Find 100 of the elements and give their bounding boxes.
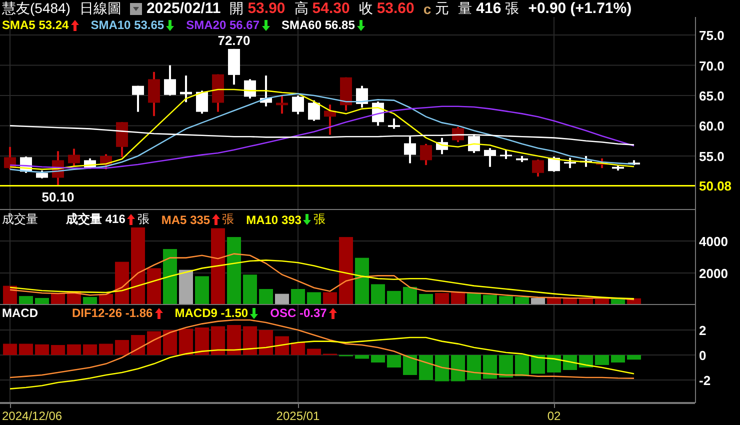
candlestick <box>324 104 336 135</box>
candlestick <box>228 48 240 85</box>
date-axis-label: 2025/01 <box>276 409 320 423</box>
reference-line-label: 50.08 <box>699 178 732 194</box>
candlestick <box>100 154 112 170</box>
chart-bar <box>435 355 449 382</box>
legend-label: 成交量 416 <box>66 211 126 228</box>
axis-label: 2000 <box>699 266 728 282</box>
legend-label: SMA5 53.24 <box>2 18 69 32</box>
unit-label: 張 <box>313 211 326 228</box>
candlestick <box>36 170 48 178</box>
chart-bar <box>243 326 257 355</box>
chart-bar <box>323 292 337 305</box>
chart-bar <box>163 249 177 305</box>
candlestick <box>404 136 416 164</box>
chart-bar <box>99 344 113 355</box>
chart-bar <box>147 331 161 355</box>
unit-label: 張 <box>222 211 234 228</box>
legend-label: DIF12-26 -1.86 <box>72 306 153 320</box>
dropdown-icon[interactable] <box>130 2 142 14</box>
chart-bar <box>483 355 497 379</box>
chart-bar <box>499 355 513 378</box>
candlestick <box>356 86 368 108</box>
candlestick <box>436 138 448 154</box>
candlestick <box>164 65 176 96</box>
chart-bar <box>227 237 241 305</box>
panel-title: 成交量 <box>2 211 38 228</box>
chart-bar <box>563 355 577 370</box>
chart-bar <box>355 355 369 359</box>
axis-label: 0 <box>699 348 706 363</box>
legend-label: MA10 393 <box>246 212 302 226</box>
candlestick <box>68 148 80 166</box>
candlestick <box>292 96 304 114</box>
field-label: 量 <box>458 0 472 18</box>
candlestick <box>420 144 432 166</box>
chart-bar <box>387 355 401 368</box>
candlestick <box>196 90 208 114</box>
legend-label: MA5 335 <box>161 212 210 226</box>
candlestick <box>484 148 496 167</box>
chart-bar <box>179 328 193 355</box>
unit-label: 張 <box>137 211 150 228</box>
chart-bar <box>35 344 49 355</box>
chart-bar <box>451 355 465 382</box>
chart-bar <box>419 355 433 380</box>
chart-bar <box>275 336 289 355</box>
candlestick <box>244 79 256 99</box>
volume-value: 416 <box>476 0 502 17</box>
axis-label: 55.0 <box>699 149 724 164</box>
candlestick <box>564 158 576 168</box>
field-label: 高 <box>294 0 308 18</box>
chart-bar <box>19 344 33 355</box>
change-value: +0.90 (+1.71%) <box>528 0 632 17</box>
currency-label: 元 <box>435 0 450 18</box>
chart-bar <box>419 294 433 305</box>
price-value: 54.30 <box>312 0 350 17</box>
chart-bar <box>275 294 289 305</box>
candlestick <box>84 158 96 169</box>
chart-bar <box>371 284 385 305</box>
candlestick <box>212 74 224 112</box>
date-label: 2025/02/11 <box>146 0 221 17</box>
chart-bar <box>227 325 241 355</box>
price-value: 53.60 <box>376 0 414 17</box>
field-label: 開 <box>230 0 244 18</box>
chart-bar <box>243 274 257 305</box>
chart-bar <box>547 355 561 372</box>
chart-bar <box>371 355 385 362</box>
chart-bar <box>195 276 209 305</box>
candlestick <box>596 158 608 168</box>
chart-bar <box>3 344 17 355</box>
chart-bar <box>67 344 81 355</box>
chart-bar <box>403 286 417 305</box>
axis-label: 75.0 <box>699 28 724 44</box>
candlestick <box>276 96 288 114</box>
chart-bar <box>307 348 321 355</box>
chart-bar <box>627 355 641 360</box>
chart-bar <box>355 258 369 305</box>
chart-bar <box>595 355 609 365</box>
chart-bar <box>259 289 273 305</box>
axis-label: 4000 <box>699 234 728 250</box>
candlestick <box>628 160 640 166</box>
chart-bar <box>195 328 209 355</box>
chart-bar <box>435 293 449 305</box>
axis-label: 60.0 <box>699 118 724 134</box>
chart-bar <box>115 262 129 305</box>
chart-bar <box>211 326 225 355</box>
candlestick <box>4 146 16 170</box>
chart-bar <box>83 344 97 355</box>
high-price-label: 72.70 <box>218 32 250 48</box>
currency-mark: c <box>423 0 432 16</box>
candlestick <box>148 72 160 116</box>
period-label: 日線圖 <box>79 0 122 18</box>
price-value: 53.90 <box>248 0 286 17</box>
chart-bar <box>131 335 145 355</box>
chart-bar <box>291 289 305 305</box>
panel-title: MACD <box>2 306 38 320</box>
chart-bar <box>403 355 417 375</box>
chart-bar <box>307 292 321 305</box>
candlestick <box>180 76 192 102</box>
axis-label: 70.0 <box>699 58 724 74</box>
chart-bar <box>179 270 193 305</box>
